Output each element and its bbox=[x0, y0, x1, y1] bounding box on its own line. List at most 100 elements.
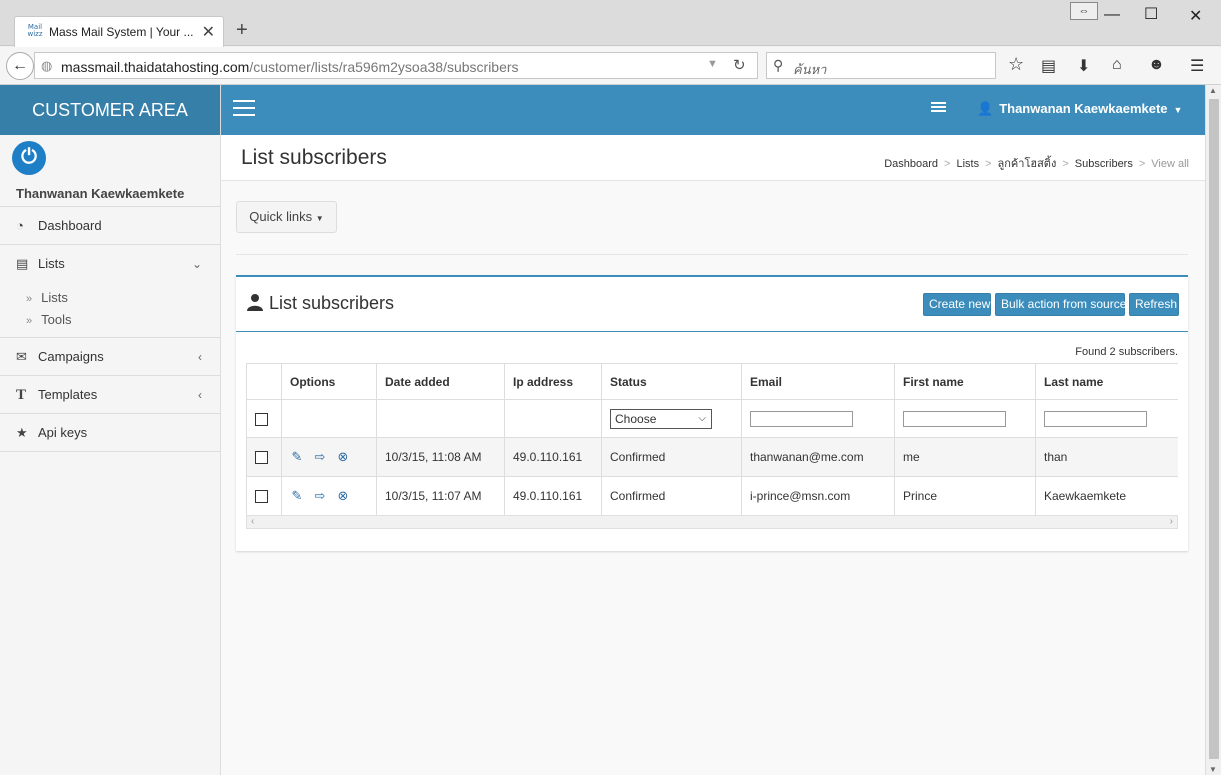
browser-tab[interactable]: Mail wizz Mass Mail System | Your ... ✕ bbox=[14, 16, 224, 47]
create-new-button[interactable]: Create new bbox=[923, 293, 991, 316]
dashboard-icon: ◔ bbox=[16, 218, 24, 233]
col-date-added[interactable]: Date added bbox=[376, 363, 505, 400]
maximize-icon[interactable]: ☐ bbox=[1144, 4, 1158, 24]
sidebar-lists-submenu: » Lists » Tools bbox=[0, 283, 220, 338]
page-title: List subscribers bbox=[241, 146, 387, 169]
window-resize-icon[interactable]: ⇔ bbox=[1070, 2, 1098, 20]
url-path: /customer/lists/ra596m2ysoa38/subscriber… bbox=[249, 59, 519, 75]
power-icon: ⏻ bbox=[12, 141, 46, 175]
cell-date-added: 10/3/15, 11:07 AM bbox=[376, 476, 505, 515]
cell-ip: 49.0.110.161 bbox=[504, 437, 602, 477]
col-last-name[interactable]: Last name bbox=[1035, 363, 1178, 400]
row-checkbox[interactable] bbox=[255, 490, 268, 504]
col-first-name[interactable]: First name bbox=[894, 363, 1036, 400]
first-name-filter-input[interactable] bbox=[903, 410, 1006, 427]
scroll-right-icon[interactable]: › bbox=[1170, 516, 1173, 527]
sidebar-item-templates[interactable]: T Templates ‹ bbox=[0, 376, 220, 414]
sidebar-item-lists[interactable]: ▤ Lists ⌄ bbox=[0, 245, 220, 283]
table-horizontal-scrollbar[interactable]: ‹ › bbox=[246, 515, 1178, 529]
delete-icon[interactable]: ⊗ bbox=[336, 449, 350, 465]
filter-row: Choose ⌵ bbox=[246, 399, 1178, 438]
status-filter-value: Choose bbox=[615, 411, 657, 426]
found-count: Found 2 subscribers. bbox=[1075, 346, 1178, 358]
cell-first-name: me bbox=[894, 437, 1036, 477]
cell-status: Confirmed bbox=[601, 476, 742, 515]
table-row: ✎ ⇨ ⊗ 10/3/15, 11:08 AM 49.0.110.161 Confi… bbox=[246, 437, 1178, 477]
quick-links-label: Quick links bbox=[249, 209, 313, 224]
top-header: 👤 Thanwanan Kaewkaemkete ▼ bbox=[221, 85, 1205, 135]
edit-icon[interactable]: ✎ bbox=[290, 449, 304, 465]
bookmark-star-icon[interactable]: ☆ bbox=[1008, 54, 1024, 75]
sidebar-subitem-tools[interactable]: » Tools bbox=[0, 309, 220, 331]
breadcrumb-subscribers[interactable]: Subscribers bbox=[1075, 158, 1133, 170]
sidebar-item-dashboard[interactable]: ◔ Dashboard bbox=[0, 207, 220, 245]
refresh-button[interactable]: Refresh bbox=[1129, 293, 1179, 316]
browser-tab-bar: Mail wizz Mass Mail System | Your ... ✕ … bbox=[0, 0, 1221, 47]
breadcrumb-dashboard[interactable]: Dashboard bbox=[884, 158, 938, 170]
sidebar-toggle-icon[interactable] bbox=[233, 100, 255, 118]
cell-date-added: 10/3/15, 11:08 AM bbox=[376, 437, 505, 477]
sidebar-item-api-keys[interactable]: ★ Api keys bbox=[0, 414, 220, 452]
sidebar-item-campaigns[interactable]: ✉ Campaigns ‹ bbox=[0, 338, 220, 376]
scrollbar-thumb[interactable] bbox=[1209, 99, 1219, 759]
cell-ip: 49.0.110.161 bbox=[504, 476, 602, 515]
user-icon bbox=[247, 294, 263, 311]
page-vertical-scrollbar[interactable]: ▲ ▼ bbox=[1205, 85, 1221, 775]
search-placeholder: ค้นหา bbox=[793, 62, 827, 77]
cell-last-name: than bbox=[1035, 437, 1178, 477]
quick-links-button[interactable]: Quick links ▼ bbox=[236, 201, 337, 233]
smiley-icon[interactable]: ☻ bbox=[1148, 56, 1165, 74]
last-name-filter-input[interactable] bbox=[1044, 410, 1147, 427]
breadcrumb: Dashboard > Lists > ลูกค้าโฮสติ้ง > Subscriber… bbox=[884, 158, 1189, 170]
sidebar-user-name: Thanwanan Kaewkaemkete bbox=[16, 186, 185, 201]
tab-close-icon[interactable]: ✕ bbox=[202, 22, 215, 42]
row-checkbox[interactable] bbox=[255, 451, 268, 465]
divider bbox=[236, 254, 1188, 255]
reload-icon[interactable]: ↻ bbox=[733, 56, 746, 74]
unsubscribe-icon[interactable]: ⇨ bbox=[313, 488, 327, 504]
sidebar: CUSTOMER AREA ⏻ Thanwanan Kaewkaemkete ◔… bbox=[0, 85, 221, 775]
scroll-left-icon[interactable]: ‹ bbox=[251, 516, 254, 527]
close-window-icon[interactable]: ✕ bbox=[1189, 6, 1202, 26]
breadcrumb-list-name[interactable]: ลูกค้าโฮสติ้ง bbox=[998, 158, 1057, 170]
download-icon[interactable]: ⬇ bbox=[1077, 56, 1090, 76]
menu-icon[interactable]: ☰ bbox=[1190, 56, 1204, 76]
status-filter-select[interactable]: Choose ⌵ bbox=[610, 408, 712, 429]
sidebar-item-label: Campaigns bbox=[38, 349, 104, 364]
bulk-action-button[interactable]: Bulk action from source bbox=[995, 293, 1126, 316]
browser-search-bar[interactable]: ⚲ ค้นหา bbox=[766, 52, 996, 79]
col-select bbox=[246, 363, 282, 400]
edit-icon[interactable]: ✎ bbox=[290, 488, 304, 504]
delete-icon[interactable]: ⊗ bbox=[336, 488, 350, 504]
tasks-icon[interactable] bbox=[931, 102, 946, 115]
brand-logo[interactable]: CUSTOMER AREA bbox=[0, 85, 220, 135]
scroll-up-icon[interactable]: ▲ bbox=[1209, 86, 1217, 95]
url-text: massmail.thaidatahosting.com/customer/li… bbox=[61, 59, 519, 75]
col-status[interactable]: Status bbox=[601, 363, 742, 400]
breadcrumb-lists[interactable]: Lists bbox=[956, 158, 979, 170]
back-icon[interactable]: ← bbox=[6, 52, 34, 80]
minimize-icon[interactable]: — bbox=[1104, 6, 1120, 24]
content-area: List subscribers Dashboard > Lists > ลูกค้าโ… bbox=[221, 135, 1205, 775]
unsubscribe-icon[interactable]: ⇨ bbox=[313, 449, 327, 465]
scroll-down-icon[interactable]: ▼ bbox=[1209, 765, 1217, 774]
select-all-checkbox[interactable] bbox=[255, 412, 268, 426]
col-ip-address[interactable]: Ip address bbox=[504, 363, 602, 400]
box-header: List subscribers Create new Bulk action … bbox=[236, 277, 1188, 332]
header-user-menu[interactable]: 👤 Thanwanan Kaewkaemkete ▼ bbox=[977, 101, 1182, 117]
url-bar[interactable]: ◍ massmail.thaidatahosting.com/customer/… bbox=[34, 52, 758, 79]
col-email[interactable]: Email bbox=[741, 363, 895, 400]
reading-list-icon[interactable]: ▤ bbox=[1041, 56, 1056, 76]
cell-first-name: Prince bbox=[894, 476, 1036, 515]
new-tab-icon[interactable]: + bbox=[236, 19, 248, 42]
double-chevron-icon: » bbox=[26, 293, 33, 305]
sidebar-item-label: Templates bbox=[38, 387, 98, 402]
browser-nav-bar: ← ◍ massmail.thaidatahosting.com/custome… bbox=[0, 47, 1221, 85]
email-filter-input[interactable] bbox=[750, 410, 853, 427]
subitem-label: Tools bbox=[41, 312, 72, 327]
url-dropdown-icon[interactable]: ▼ bbox=[707, 58, 718, 70]
home-icon[interactable]: ⌂ bbox=[1112, 56, 1122, 74]
sidebar-subitem-lists[interactable]: » Lists bbox=[0, 287, 220, 309]
cell-email: thanwanan@me.com bbox=[741, 437, 895, 477]
chevron-down-icon: ⌄ bbox=[191, 257, 202, 271]
